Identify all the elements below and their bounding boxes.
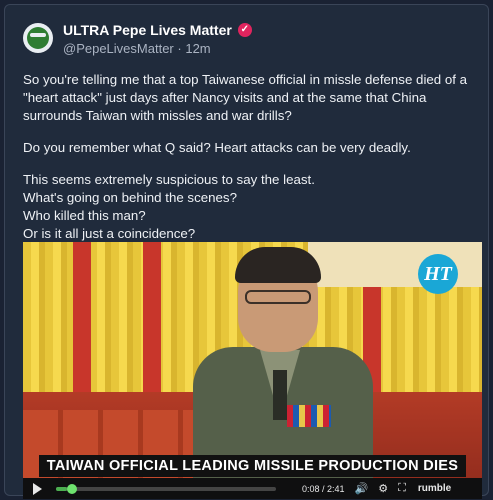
fullscreen-icon[interactable]: ⛶ xyxy=(398,482,406,495)
post-paragraph-1: So you're telling me that a top Taiwanes… xyxy=(23,72,468,123)
curtain-stripe xyxy=(143,242,161,407)
settings-icon[interactable]: ⚙ xyxy=(378,482,388,495)
timestamp[interactable]: 12m xyxy=(185,41,210,56)
video-headline: TAIWAN OFFICIAL LEADING MISSILE PRODUCTI… xyxy=(38,455,467,477)
separator: · xyxy=(177,41,182,56)
progress-bar[interactable] xyxy=(56,483,276,494)
author-row: ULTRA Pepe Lives Matter ✓ xyxy=(63,22,252,38)
ht-logo: HT xyxy=(418,254,458,294)
handle[interactable]: @PepeLivesMatter xyxy=(63,41,174,56)
video-headline-bar: TAIWAN OFFICIAL LEADING MISSILE PRODUCTI… xyxy=(23,455,482,477)
time-display: 0:08 / 2:41 xyxy=(302,483,345,494)
display-name[interactable]: ULTRA Pepe Lives Matter xyxy=(63,22,232,38)
post-text: So you're telling me that a top Taiwanes… xyxy=(23,71,483,243)
post-line: Who killed this man? xyxy=(23,208,146,223)
play-icon[interactable] xyxy=(33,482,42,495)
rumble-logo[interactable]: rumble xyxy=(418,483,451,494)
pepe-avatar-icon xyxy=(27,27,49,49)
post-lines: This seems extremely suspicious to say t… xyxy=(23,171,483,243)
post-line: Or is it all just a coincidence? xyxy=(23,226,196,241)
glasses xyxy=(245,290,311,304)
post-paragraph-2: Do you remember what Q said? Heart attac… xyxy=(23,140,411,155)
progress-fill xyxy=(56,486,67,491)
post-line: This seems extremely suspicious to say t… xyxy=(23,172,315,187)
officer-tie xyxy=(273,370,287,420)
officer-hair xyxy=(235,247,321,283)
post-card: ULTRA Pepe Lives Matter ✓ @PepeLivesMatt… xyxy=(4,4,489,499)
curtain-stripe xyxy=(73,242,91,407)
handle-row: @PepeLivesMatter · 12m xyxy=(63,41,211,56)
verified-badge-icon: ✓ xyxy=(237,23,252,37)
avatar[interactable] xyxy=(23,23,53,53)
medal-ribbons xyxy=(287,405,331,427)
post-line: What's going on behind the scenes? xyxy=(23,190,237,205)
video-player[interactable]: HT TAIWAN OFFICIAL LEADING MISSILE PRODU… xyxy=(23,242,482,499)
progress-handle[interactable] xyxy=(67,483,77,494)
video-controls: 0:08 / 2:41 🔊 ⚙ ⛶ rumble xyxy=(23,478,482,499)
volume-icon[interactable]: 🔊 xyxy=(355,482,369,495)
